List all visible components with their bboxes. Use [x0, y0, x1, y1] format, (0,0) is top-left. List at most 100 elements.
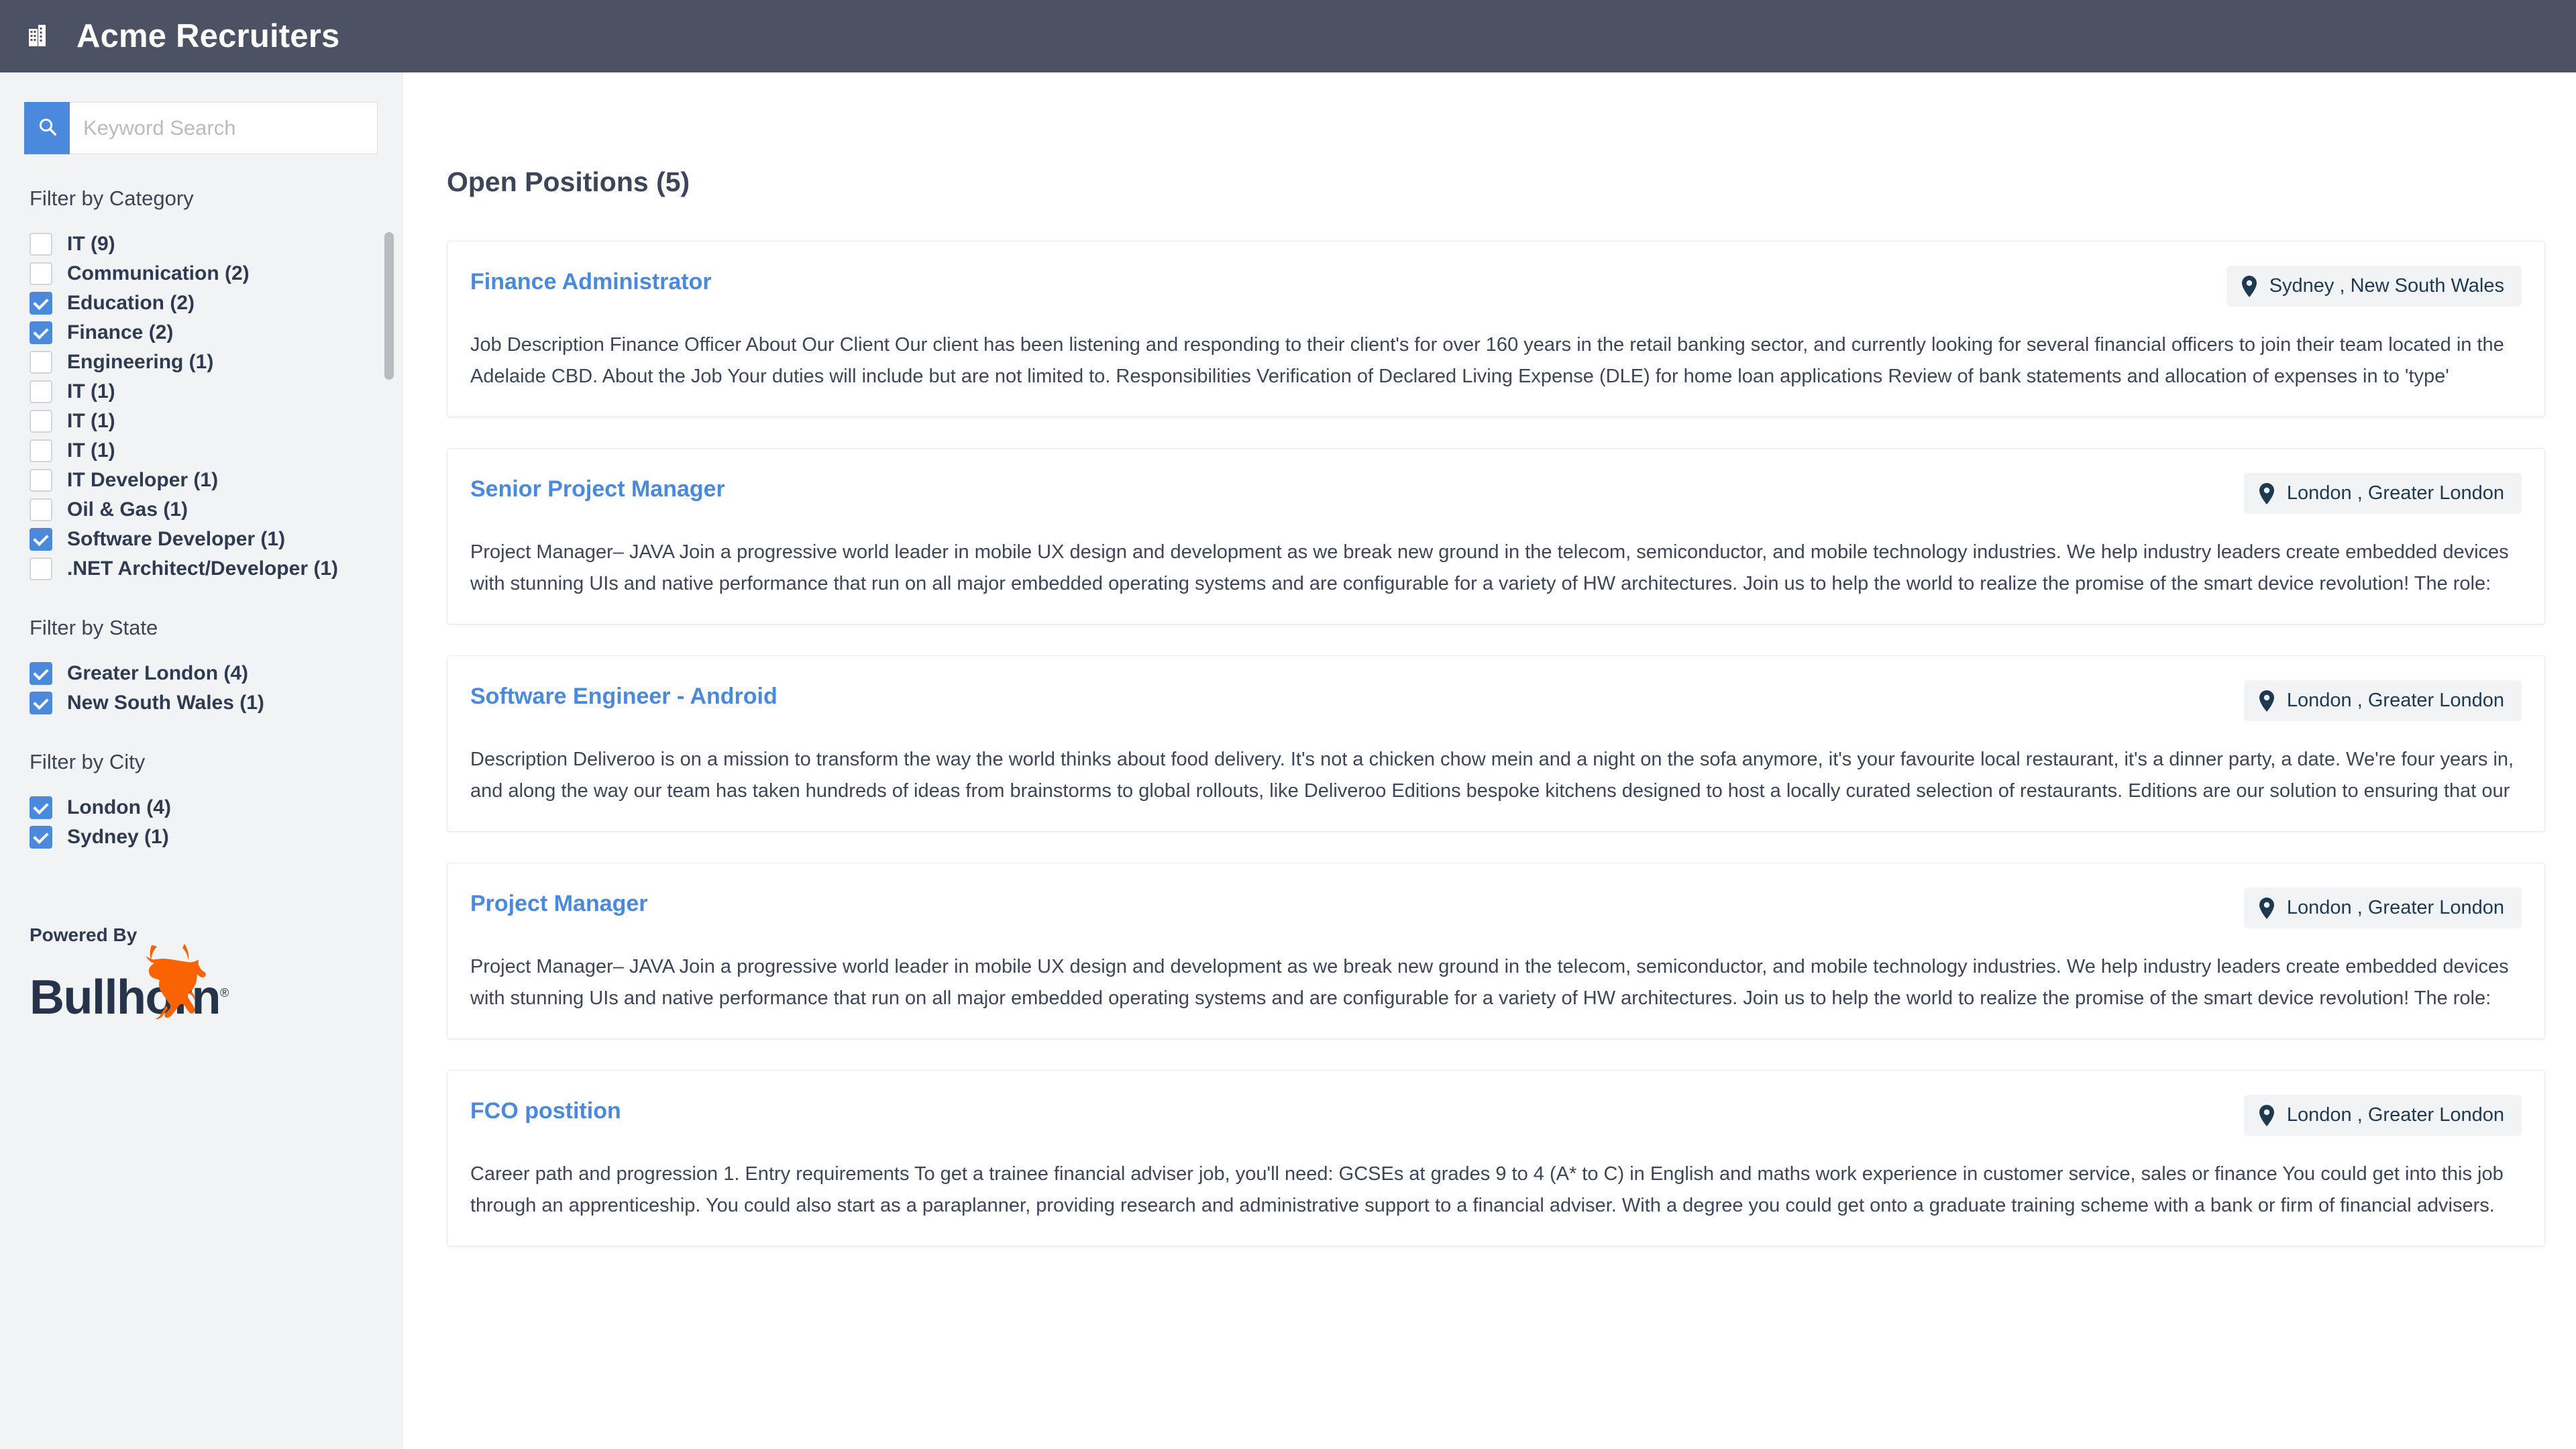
category-filter-checkbox[interactable] [30, 439, 52, 462]
search-icon [38, 117, 58, 140]
category-filter-item[interactable]: Engineering (1) [30, 347, 402, 377]
job-location-state: New South Wales [2345, 275, 2504, 297]
job-description: Career path and progression 1. Entry req… [470, 1163, 2504, 1216]
job-location-badge: London , Greater London [2243, 1095, 2522, 1136]
category-filter-checkbox[interactable] [30, 262, 52, 285]
category-filter-checkbox[interactable] [30, 410, 52, 433]
job-location-state: Greater London [2362, 1104, 2504, 1126]
city-filter-heading: Filter by City [30, 750, 146, 773]
search-input[interactable] [70, 102, 378, 154]
category-filter-checkbox[interactable] [30, 557, 52, 580]
job-card-header: Software Engineer - Android London , Grea… [470, 680, 2522, 721]
job-card[interactable]: Software Engineer - Android London , Grea… [447, 655, 2545, 832]
category-filter-item[interactable]: IT Developer (1) [30, 466, 402, 495]
category-filter-list: IT (9) Communication (2) Education (2) Fina… [30, 229, 402, 584]
category-filter-label: Finance (2) [67, 321, 174, 343]
state-filter-list: Greater London (4) New South Wales (1) [30, 659, 402, 718]
job-location-badge: London , Greater London [2243, 888, 2522, 928]
state-filter-label: New South Wales (1) [67, 692, 264, 714]
job-location-state: Greater London [2362, 690, 2504, 711]
main-content: Open Positions (5) Finance Administrator… [402, 72, 2576, 1449]
category-scrollbar-track[interactable] [384, 232, 394, 380]
job-list: Finance Administrator Sydney , New South … [447, 241, 2545, 1246]
category-filter-item[interactable]: Oil & Gas (1) [30, 495, 402, 525]
category-filter-item[interactable]: IT (1) [30, 377, 402, 407]
bullhorn-logo: Bullhorn® [30, 944, 298, 1025]
job-location-city: London , [2286, 690, 2363, 711]
category-filter-checkbox[interactable] [30, 528, 52, 551]
category-filter-label: IT (1) [67, 410, 115, 432]
category-filter-item[interactable]: IT (1) [30, 407, 402, 436]
state-filter-label: Greater London (4) [67, 662, 249, 684]
category-filter-label: IT (1) [67, 380, 115, 402]
search-button[interactable] [24, 102, 70, 154]
building-icon [24, 21, 51, 51]
job-location-city: London , [2286, 1104, 2363, 1126]
category-filter-checkbox[interactable] [30, 351, 52, 374]
job-title-link[interactable]: FCO postition [470, 1095, 621, 1125]
job-description: Project Manager– JAVA Join a progressive… [470, 956, 2509, 1009]
filter-sidebar: Filter by Category IT (9) Communication (… [0, 72, 402, 1449]
job-title-link[interactable]: Project Manager [470, 888, 648, 918]
category-filter-item[interactable]: Education (2) [30, 288, 402, 318]
category-filter-label: Software Developer (1) [67, 528, 286, 550]
powered-by-label: Powered By [30, 924, 138, 945]
category-filter-label: .NET Architect/Developer (1) [67, 557, 338, 580]
city-filter-item[interactable]: Sydney (1) [30, 822, 402, 852]
job-description: Description Deliveroo is on a mission to… [470, 749, 2514, 802]
job-card[interactable]: Finance Administrator Sydney , New South … [447, 241, 2545, 417]
city-filter-label: London (4) [67, 796, 171, 818]
category-filter-item[interactable]: IT (1) [30, 436, 402, 466]
job-location-badge: London , Greater London [2243, 473, 2522, 514]
category-filter-checkbox[interactable] [30, 469, 52, 492]
map-pin-icon [2259, 690, 2275, 712]
bull-icon [125, 944, 225, 1022]
job-card-header: Senior Project Manager London , Greater L… [470, 473, 2522, 514]
city-filter-checkbox[interactable] [30, 826, 52, 849]
category-filter-checkbox[interactable] [30, 292, 52, 315]
job-card[interactable]: FCO postition London , Greater London Care… [447, 1070, 2545, 1246]
job-location-city: London , [2286, 482, 2363, 504]
job-title-link[interactable]: Software Engineer - Android [470, 680, 777, 710]
page-body: Filter by Category IT (9) Communication (… [0, 72, 2576, 1449]
category-filter-checkbox[interactable] [30, 233, 52, 256]
category-filter-label: IT Developer (1) [67, 469, 219, 491]
job-card[interactable]: Senior Project Manager London , Greater L… [447, 448, 2545, 625]
category-filter-label: IT (1) [67, 439, 115, 462]
category-filter-checkbox[interactable] [30, 380, 52, 403]
map-pin-icon [2259, 897, 2275, 919]
state-filter-item[interactable]: New South Wales (1) [30, 688, 402, 718]
job-card[interactable]: Project Manager London , Greater London Pr… [447, 863, 2545, 1039]
state-filter-item[interactable]: Greater London (4) [30, 659, 402, 688]
category-filter-label: Engineering (1) [67, 351, 214, 373]
category-filter-label: IT (9) [67, 233, 115, 255]
city-filter-checkbox[interactable] [30, 796, 52, 819]
city-filter-list: London (4) Sydney (1) [30, 793, 402, 852]
category-filter-item[interactable]: Software Developer (1) [30, 525, 402, 554]
app-title: Acme Recruiters [76, 18, 340, 54]
page-title: Open Positions (5) [447, 166, 690, 197]
job-card-header: FCO postition London , Greater London [470, 1095, 2522, 1136]
category-filter-checkbox[interactable] [30, 321, 52, 344]
job-title-link[interactable]: Senior Project Manager [470, 473, 725, 503]
city-filter-item[interactable]: London (4) [30, 793, 402, 822]
job-location-city: Sydney , [2269, 275, 2345, 297]
job-location-badge: London , Greater London [2243, 680, 2522, 721]
job-description: Job Description Finance Officer About Ou… [470, 334, 2504, 387]
app-header: Acme Recruiters [0, 0, 2576, 72]
category-scrollbar-thumb[interactable] [384, 232, 394, 380]
state-filter-heading: Filter by State [30, 616, 158, 639]
category-filter-item[interactable]: .NET Architect/Developer (1) [30, 554, 402, 584]
state-filter-checkbox[interactable] [30, 692, 52, 714]
job-location-city: London , [2286, 897, 2363, 918]
job-title-link[interactable]: Finance Administrator [470, 266, 712, 296]
category-filter-label: Communication (2) [67, 262, 250, 284]
category-filter-item[interactable]: Finance (2) [30, 318, 402, 347]
category-filter-item[interactable]: Communication (2) [30, 259, 402, 288]
category-filter-label: Oil & Gas (1) [67, 498, 189, 521]
job-card-header: Finance Administrator Sydney , New South … [470, 266, 2522, 307]
branding-block: Powered By Bullhorn® [30, 924, 298, 1025]
category-filter-checkbox[interactable] [30, 498, 52, 521]
state-filter-checkbox[interactable] [30, 662, 52, 685]
category-filter-item[interactable]: IT (9) [30, 229, 402, 259]
